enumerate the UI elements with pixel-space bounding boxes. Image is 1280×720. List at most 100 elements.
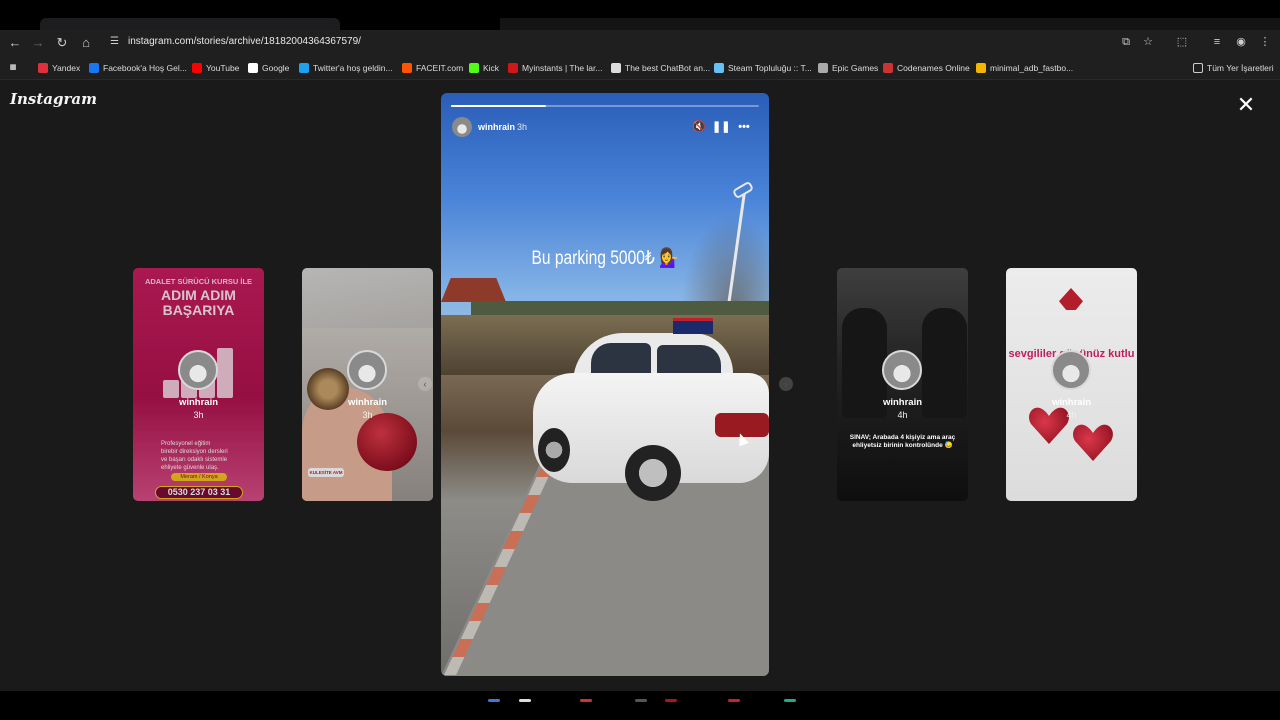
all-bookmarks-label: Tüm Yer İşaretleri (1207, 63, 1274, 73)
bookmark-item[interactable]: Twitter'a hoş geldin... (299, 61, 393, 75)
url-text: instagram.com/stories/archive/1818200436… (128, 36, 361, 47)
drive-icon (976, 63, 986, 73)
codenames-icon (883, 63, 893, 73)
story-preview-4[interactable]: sevgililer gününüz kutlu olsun winhrain … (1006, 268, 1137, 501)
yandex-icon (38, 63, 48, 73)
instagram-logo[interactable]: Instagram (10, 90, 97, 108)
fence-image (471, 301, 769, 315)
building-image (441, 278, 506, 302)
story-preview-2[interactable]: KULESİTE AVM winhrain 3h (302, 268, 433, 501)
bookmark-label: Yandex (52, 63, 81, 73)
bookmark-item[interactable]: minimal_adb_fastbo... (976, 61, 1073, 75)
site-info-icon[interactable]: ☰ (110, 36, 122, 48)
avatar (178, 350, 218, 390)
browser-menu-icon[interactable]: ⋮ (1257, 34, 1273, 50)
bookmark-label: Codenames Online (897, 63, 970, 73)
youtube-icon (192, 63, 202, 73)
taskbar-app-icon[interactable] (665, 699, 677, 702)
preview-caption: SINAV; Arabada 4 kişiyiz ama araç ehliye… (849, 434, 956, 449)
tab-bar-background (500, 18, 1280, 30)
install-app-icon[interactable]: ⧉ (1118, 34, 1134, 50)
folder-icon (1193, 63, 1203, 73)
bookmark-star-icon[interactable]: ☆ (1140, 34, 1156, 50)
taskbar-app-icon[interactable] (784, 699, 796, 702)
bookmark-label: The best ChatBot an... (625, 63, 711, 73)
myinstants-icon (508, 63, 518, 73)
mute-icon[interactable]: 🔇 (691, 119, 707, 135)
preview-time: 4h (1066, 410, 1077, 420)
bookmark-label: Google (262, 63, 290, 73)
story-time: 3h (517, 122, 528, 132)
bookmarks-bar: ▦ Yandex Facebook'a Hoş Gel... YouTube Goog… (0, 56, 1280, 80)
preview-time: 4h (897, 410, 908, 420)
bookmark-item[interactable]: Codenames Online (883, 61, 970, 75)
taskbar-app-icon[interactable] (580, 699, 592, 702)
bookmark-label: Twitter'a hoş geldin... (313, 63, 393, 73)
profile-avatar[interactable]: ◉ (1233, 34, 1249, 50)
bookmark-item[interactable]: Epic Games (818, 61, 878, 75)
google-icon (248, 63, 258, 73)
bookmark-label: minimal_adb_fastbo... (990, 63, 1074, 73)
bookmark-label: Epic Games (832, 63, 879, 73)
steam-icon (714, 63, 724, 73)
car-image (533, 318, 769, 503)
bookmark-label: Steam Topluluğu :: T... (728, 63, 812, 73)
bookmark-item[interactable]: Facebook'a Hoş Gel... (89, 61, 187, 75)
previous-story-icon[interactable]: ‹ (418, 377, 432, 391)
facebook-icon (89, 63, 99, 73)
story-preview-3[interactable]: winhrain 4h SINAV; Arabada 4 kişiyiz ama… (837, 268, 968, 501)
twitter-icon (299, 63, 309, 73)
taskbar-app-icon[interactable] (488, 699, 500, 702)
story-caption: Bu parking 5000₺ 💁‍♀️ (531, 248, 679, 269)
preview-username: winhrain (1051, 397, 1092, 408)
taskbar-app-icon[interactable] (635, 699, 647, 702)
bookmark-item[interactable]: Google (248, 61, 289, 75)
bookmark-item[interactable]: Myinstants | The lar... (508, 61, 602, 75)
driving-school-logo-icon (1059, 288, 1083, 310)
extensions-icon[interactable]: ⬚ (1174, 34, 1190, 50)
bookmark-label: FACEIT.com (416, 63, 464, 73)
bookmark-label: Myinstants | The lar... (522, 63, 603, 73)
story-username[interactable]: winhrain (478, 122, 515, 132)
preview-time: 3h (362, 410, 373, 420)
taskbar-app-icon[interactable] (519, 699, 531, 702)
tab-strip (0, 0, 1280, 30)
preview-username: winhrain (347, 397, 388, 408)
bookmark-label: Kick (483, 63, 500, 73)
story-preview-1[interactable]: ADALET SÜRÜCÜ KURSU İLE ADIM ADIM BAŞARI… (133, 268, 264, 501)
forward-icon[interactable]: → (29, 34, 47, 52)
bookmark-label: YouTube (206, 63, 240, 73)
home-icon[interactable]: ⌂ (77, 34, 95, 52)
preview-time: 3h (193, 410, 204, 420)
chatbot-icon (611, 63, 621, 73)
bookmark-item[interactable]: Steam Topluluğu :: T... (714, 61, 812, 75)
bookmark-item[interactable]: FACEIT.com (402, 61, 463, 75)
bookmark-item[interactable]: Yandex (38, 61, 80, 75)
address-bar[interactable]: ☰ instagram.com/stories/archive/18182004… (104, 32, 1104, 54)
avatar[interactable] (452, 117, 472, 137)
media-controls-icon[interactable]: ≡ (1209, 34, 1225, 50)
epic-games-icon (818, 63, 828, 73)
heart-image (1072, 423, 1114, 463)
next-story-icon[interactable]: › (779, 377, 793, 391)
story-progress-fill (451, 105, 547, 107)
reload-icon[interactable]: ↻ (53, 34, 71, 52)
bookmark-item[interactable]: The best ChatBot an... (611, 61, 710, 75)
preview-username: winhrain (178, 397, 219, 408)
bookmark-item[interactable]: Kick (469, 61, 499, 75)
avatar (347, 350, 387, 390)
back-icon[interactable]: ← (6, 34, 24, 52)
browser-tab[interactable] (40, 18, 340, 30)
bookmark-item[interactable]: YouTube (192, 61, 239, 75)
pause-icon[interactable]: ❚❚ (712, 119, 730, 135)
story-progress-bar (451, 105, 759, 107)
active-story[interactable]: winhrain 3h 🔇 ❚❚ ••• Bu parking 5000₺ 💁‍… (441, 93, 769, 676)
taskbar-app-icon[interactable] (728, 699, 740, 702)
faceit-icon (402, 63, 412, 73)
more-options-icon[interactable]: ••• (736, 119, 752, 135)
apps-grid-icon[interactable]: ▦ (8, 61, 18, 75)
avatar (882, 350, 922, 390)
all-bookmarks-folder[interactable]: Tüm Yer İşaretleri (1193, 61, 1274, 75)
close-icon[interactable]: ✕ (1236, 94, 1256, 116)
taskbar (0, 690, 1280, 720)
